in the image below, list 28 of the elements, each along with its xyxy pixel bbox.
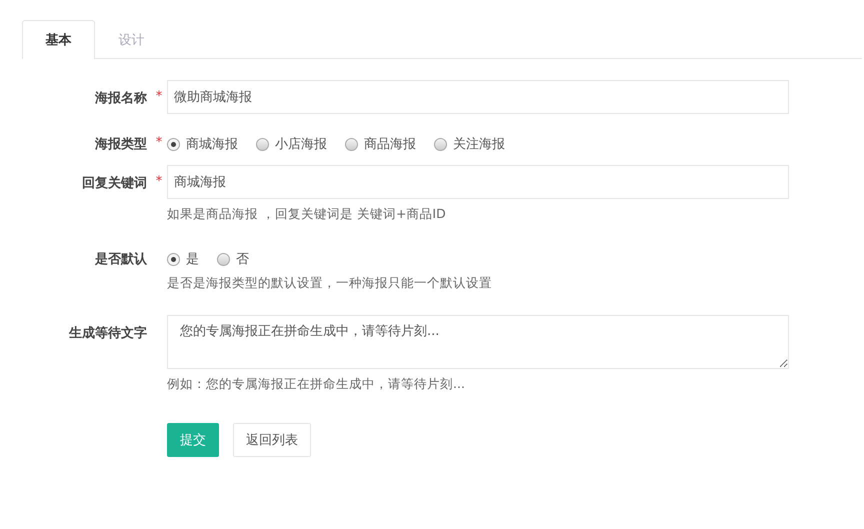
required-mark: * [154,174,164,189]
field-label: 回复关键词 [82,174,147,192]
radio-label[interactable]: 小店海报 [275,135,327,153]
radio-label[interactable]: 商品海报 [364,135,416,153]
radio-label[interactable]: 商城海报 [186,135,238,153]
help-text: 例如：您的专属海报正在拼命生成中，请等待片刻... [167,376,466,393]
radio-label[interactable]: 关注海报 [453,135,505,153]
radio-button[interactable] [167,252,180,266]
text-area[interactable]: 您的专属海报正在拼命生成中，请等待片刻... [167,315,789,369]
radio-label[interactable]: 否 [236,250,249,268]
field-label: 生成等待文字 [69,324,147,342]
radio-button[interactable] [167,138,180,150]
radio-button[interactable] [434,138,447,150]
help-text: 如果是商品海报 ，回复关键词是 关键词+商品ID [167,206,447,223]
radio-label[interactable]: 是 [186,250,199,268]
tab[interactable]: 基本 [22,20,95,59]
text-field[interactable]: 微助商城海报 [167,80,789,114]
radio-button[interactable] [217,252,230,266]
field-label: 海报名称 [95,90,147,107]
field-label: 海报类型 [95,136,147,153]
required-mark: * [154,135,164,150]
radio-button[interactable] [345,138,358,150]
radio-button[interactable] [256,138,269,150]
required-mark: * [154,89,164,104]
text-field[interactable]: 商城海报 [167,165,789,199]
back-button[interactable]: 返回列表 [233,423,311,457]
help-text: 是否是海报类型的默认设置，一种海报只能一个默认设置 [167,275,493,292]
field-label: 是否默认 [95,251,147,268]
